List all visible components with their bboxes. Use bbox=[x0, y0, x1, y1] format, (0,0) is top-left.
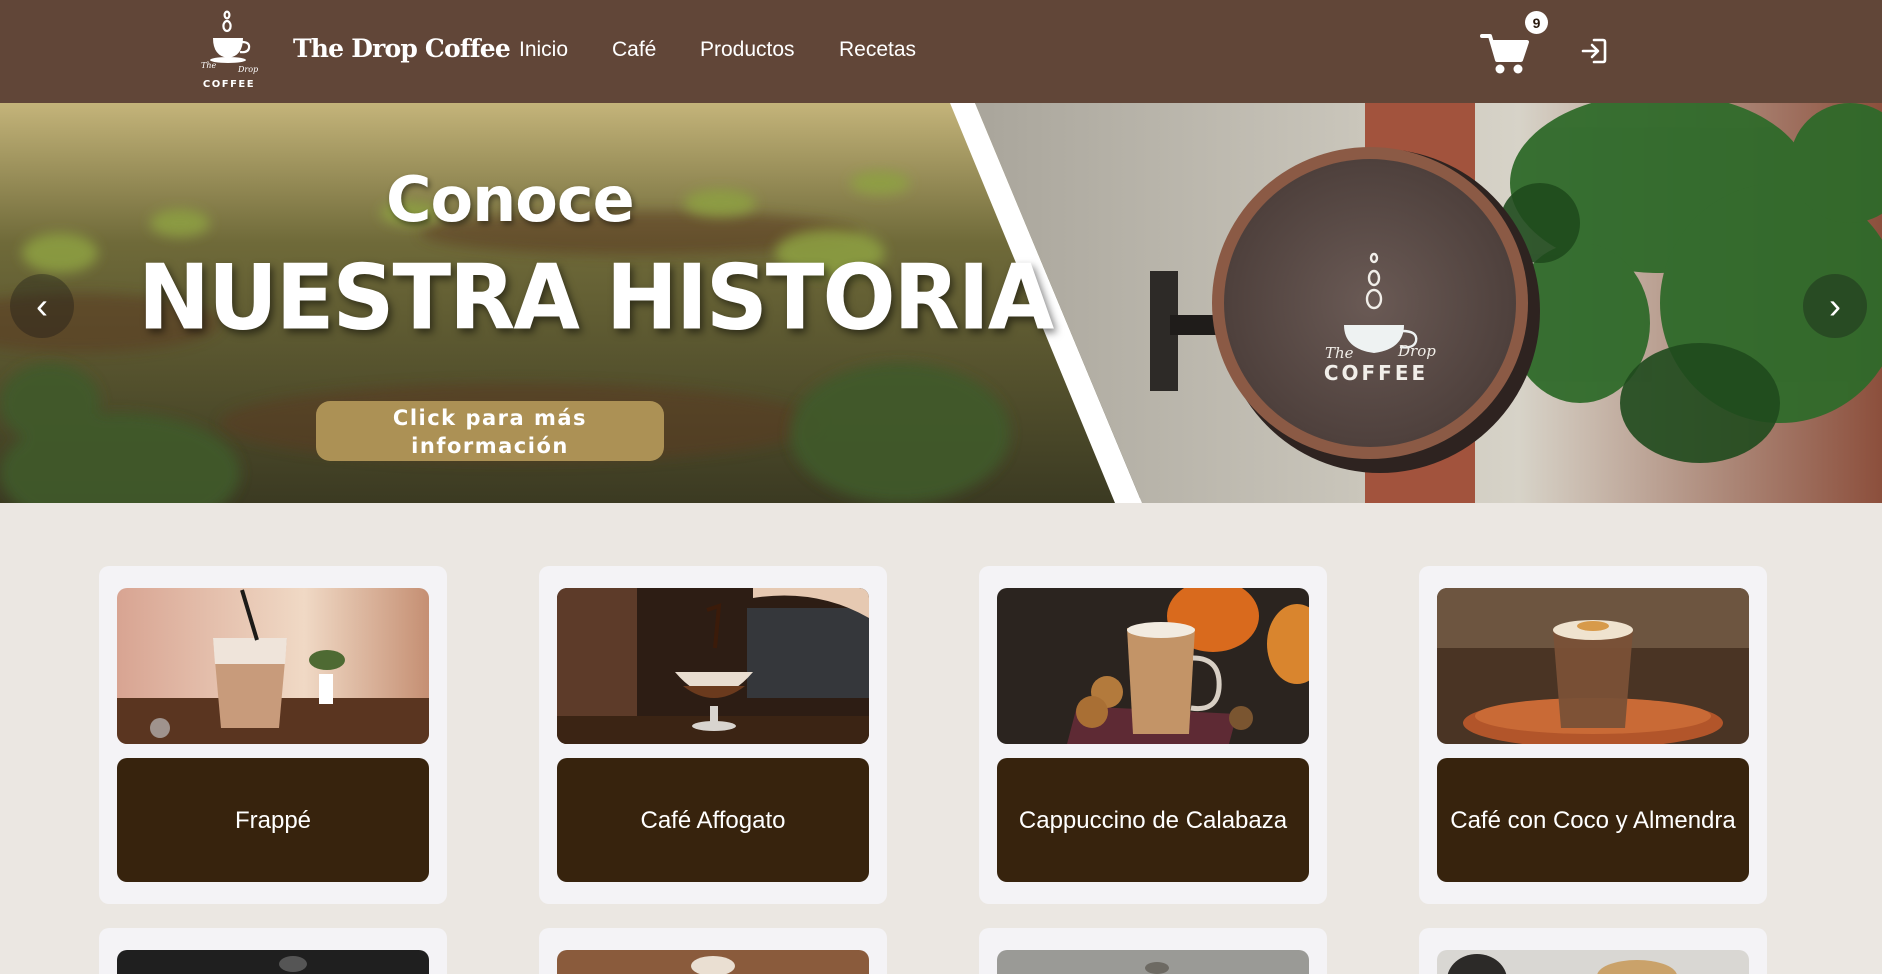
product-image[interactable] bbox=[997, 950, 1309, 974]
logo-text-coffee: COFFEE bbox=[203, 79, 255, 90]
product-image-frappe[interactable] bbox=[117, 588, 429, 744]
product-button-cafe-coco-almendra[interactable]: Café con Coco y Almendra bbox=[1437, 758, 1749, 882]
sign-text-coffee: COFFEE bbox=[1324, 361, 1428, 385]
nav-link-recetas[interactable]: Recetas bbox=[839, 38, 916, 62]
login-icon[interactable] bbox=[1580, 37, 1608, 65]
product-image-cafe-affogato[interactable] bbox=[557, 588, 869, 744]
product-button-frappe[interactable]: Frappé bbox=[117, 758, 429, 882]
brand-name[interactable]: The Drop Coffee bbox=[293, 34, 511, 63]
product-card: Cappuccino de Calabaza bbox=[979, 566, 1327, 904]
product-image[interactable] bbox=[1437, 950, 1749, 974]
hero-kicker: Conoce bbox=[386, 163, 635, 236]
nav-link-inicio[interactable]: Inicio bbox=[519, 38, 568, 62]
product-card bbox=[1419, 928, 1767, 974]
cart-count-badge: 9 bbox=[1525, 11, 1548, 34]
product-button-cappuccino-calabaza[interactable]: Cappuccino de Calabaza bbox=[997, 758, 1309, 882]
product-button-cafe-affogato[interactable]: Café Affogato bbox=[557, 758, 869, 882]
product-card: Café Affogato bbox=[539, 566, 887, 904]
logo-text-the: The bbox=[201, 61, 216, 70]
carousel-prev-button[interactable]: ‹ bbox=[10, 274, 74, 338]
product-image[interactable] bbox=[557, 950, 869, 974]
cart-icon[interactable] bbox=[1480, 30, 1530, 76]
product-card bbox=[539, 928, 887, 974]
hero-carousel: The Drop COFFEE Conoce NUESTRA HISTORIA … bbox=[0, 103, 1882, 503]
hero-title: NUESTRA HISTORIA bbox=[138, 245, 1054, 351]
product-card bbox=[99, 928, 447, 974]
brand-logo[interactable]: The Drop COFFEE bbox=[198, 8, 260, 92]
product-card: Frappé bbox=[99, 566, 447, 904]
nav-link-cafe[interactable]: Café bbox=[612, 38, 656, 62]
product-card bbox=[979, 928, 1327, 974]
sign-text-the: The bbox=[1325, 344, 1354, 362]
product-card: Café con Coco y Almendra bbox=[1419, 566, 1767, 904]
hero-cta-line2: información bbox=[411, 434, 569, 458]
sign-text-drop: Drop bbox=[1397, 342, 1436, 360]
product-image[interactable] bbox=[117, 950, 429, 974]
nav-link-productos[interactable]: Productos bbox=[700, 38, 795, 62]
product-image-cappuccino-calabaza[interactable] bbox=[997, 588, 1309, 744]
hero-more-info-button[interactable]: Click para más información bbox=[316, 401, 664, 461]
carousel-next-button[interactable]: › bbox=[1803, 274, 1867, 338]
logo-text-drop: Drop bbox=[237, 65, 258, 74]
hero-cta-line1: Click para más bbox=[392, 406, 588, 430]
product-image-cafe-coco-almendra[interactable] bbox=[1437, 588, 1749, 744]
navbar: The Drop COFFEE The Drop Coffee Inicio C… bbox=[0, 0, 1882, 103]
